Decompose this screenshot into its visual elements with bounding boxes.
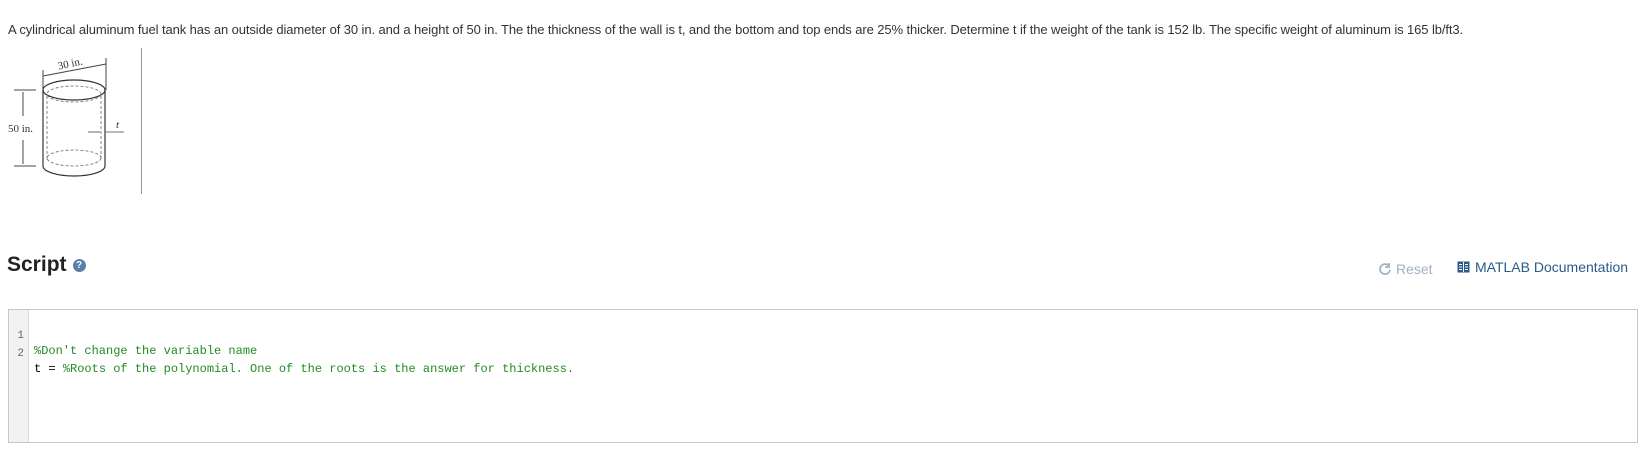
reset-icon [1379,263,1391,275]
doc-label: MATLAB Documentation [1475,259,1629,275]
code-editor[interactable]: 1 %Don't change the variable name 2 t = … [8,309,1638,443]
code-line-1[interactable]: 1 %Don't change the variable name [9,316,257,358]
thickness-label: t [116,119,120,131]
help-icon[interactable]: ? [72,258,86,272]
code-comment: %Roots of the polynomial. One of the roo… [62,362,575,376]
code-line-2[interactable]: 2 t = %Roots of the polynomial. One of t… [9,334,574,376]
figure-divider [141,48,142,194]
code-prefix: t = [34,362,63,376]
book-icon [1457,261,1470,273]
height-label: 50 in. [8,123,33,135]
code-comment: %Don't change the variable name [34,344,258,358]
line-number: 2 [17,348,24,360]
problem-statement: A cylindrical aluminum fuel tank has an … [8,22,1464,37]
tank-figure: 30 in. 50 in. t [6,48,143,196]
script-title: Script [7,253,67,276]
reset-label: Reset [1396,261,1433,277]
matlab-documentation-link[interactable]: MATLAB Documentation [1457,259,1628,275]
diameter-label: 30 in. [57,56,84,73]
reset-button[interactable]: Reset [1378,261,1433,277]
script-heading: Script ? [7,253,86,277]
